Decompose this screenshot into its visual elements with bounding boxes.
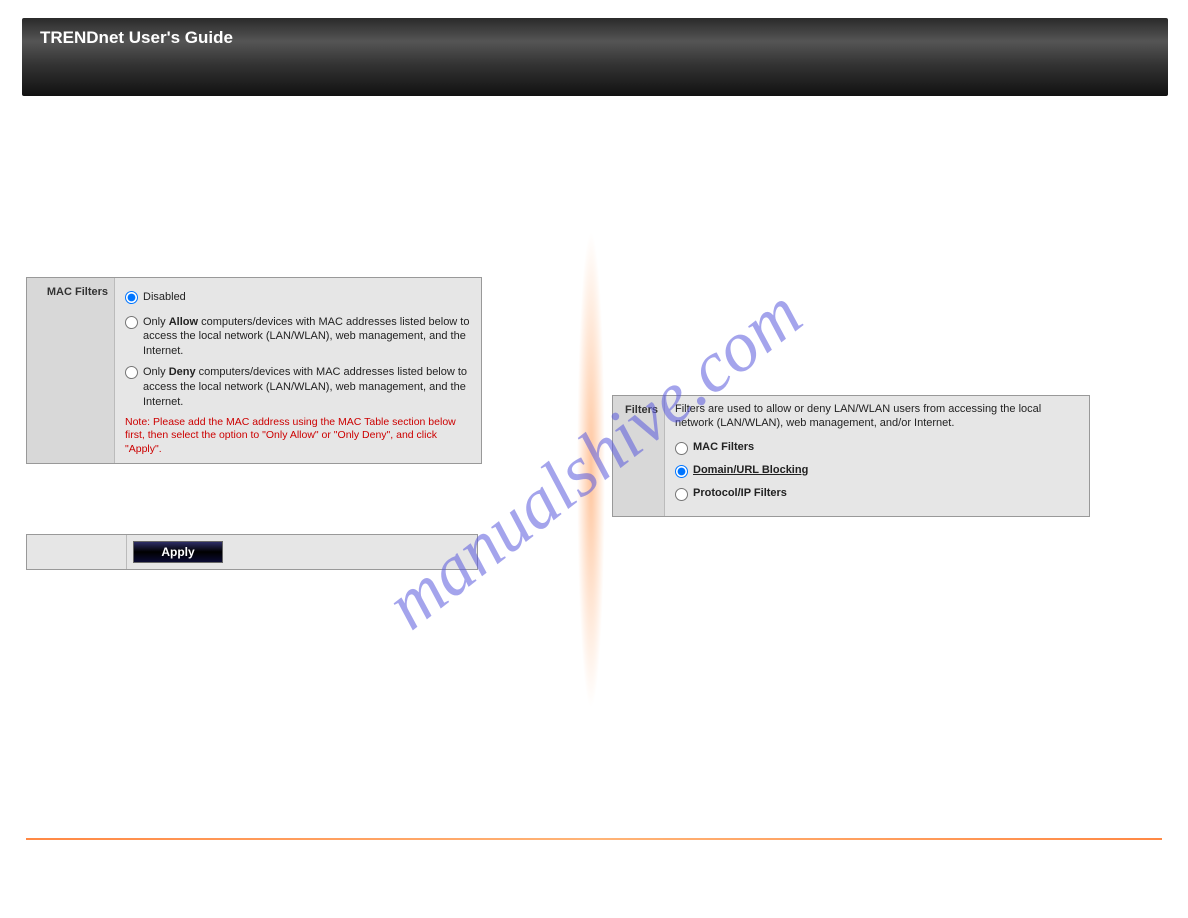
opt-protocol-text: Protocol/IP Filters	[693, 487, 787, 499]
radio-domain-blocking[interactable]	[675, 465, 688, 478]
mac-note: Note: Please add the MAC address using t…	[125, 416, 471, 457]
radio-only-deny[interactable]	[125, 366, 138, 379]
bullet-disabled-bold: Disabled	[82, 143, 132, 157]
mgmt-page-link[interactable]: Access your router management page	[867, 249, 1070, 263]
domain-intro: You may want to allow or block computers…	[612, 170, 1152, 237]
bullet-disabled: Disabled – disables MAC address filter	[82, 143, 566, 157]
domain-heading: Domain/URL Filters	[612, 122, 1152, 136]
step-3: 3. Select Domain/URL Blocking.	[612, 297, 1152, 311]
radio-disabled[interactable]	[125, 291, 138, 304]
opt-allow-text: Only Allow computers/devices with MAC ad…	[143, 315, 471, 360]
apply-note: Note: If you device is wirelessly connec…	[26, 586, 566, 636]
left-intro-text: Below the MAC Table, use the MAC Filters…	[26, 118, 566, 135]
copyright-text: © Copyright 2012 TRENDnet. All Rights Re…	[26, 856, 273, 868]
radio-only-allow[interactable]	[125, 316, 138, 329]
apply-panel: Apply	[26, 534, 478, 570]
apply-button[interactable]: Apply	[133, 541, 223, 563]
opt-domain-text: Domain/URL Blocking	[693, 464, 808, 476]
filters-label: Filters	[613, 396, 665, 516]
center-divider-glow	[576, 130, 606, 810]
top-banner: TRENDnet User's Guide	[22, 18, 1168, 96]
mac-filters-label: MAC Filters	[27, 278, 115, 463]
opt-deny-text: Only Deny computers/devices with MAC add…	[143, 365, 471, 410]
step-2: 2. Click on Access, click on Filter.	[612, 273, 1152, 287]
nav-path: Access > Filter	[612, 144, 1152, 158]
mac-filters-options: Disabled Only Allow computers/devices wi…	[115, 278, 481, 463]
radio-mac-filters[interactable]	[675, 442, 688, 455]
right-column: Domain/URL Filters Access > Filter You m…	[612, 110, 1152, 517]
apply-intro: Click Apply to save the changes.	[26, 488, 566, 505]
page-number: 32	[1146, 856, 1158, 868]
filters-content: Filters are used to allow or deny LAN/WL…	[665, 396, 1089, 516]
apply-btn-cell: Apply	[127, 535, 477, 569]
opt-mac-text: MAC Filters	[693, 441, 754, 453]
mac-filters-panel: MAC Filters Disabled Only Allow computer…	[26, 277, 482, 464]
filters-panel: Filters Filters are used to allow or den…	[612, 395, 1090, 517]
radio-protocol-filters[interactable]	[675, 488, 688, 501]
left-column: Below the MAC Table, use the MAC Filters…	[26, 110, 566, 645]
brand-text: TRENDnet User's Guide	[22, 18, 1168, 58]
bullet-disabled-rest: – disables MAC address filter	[132, 143, 291, 157]
footer-divider	[26, 838, 1162, 840]
opt-disabled-text: Disabled	[143, 290, 186, 305]
filters-desc: Filters are used to allow or deny LAN/WL…	[675, 402, 1079, 431]
apply-spacer	[27, 535, 127, 569]
step-1: 1. Log into your router management page …	[612, 249, 1152, 263]
